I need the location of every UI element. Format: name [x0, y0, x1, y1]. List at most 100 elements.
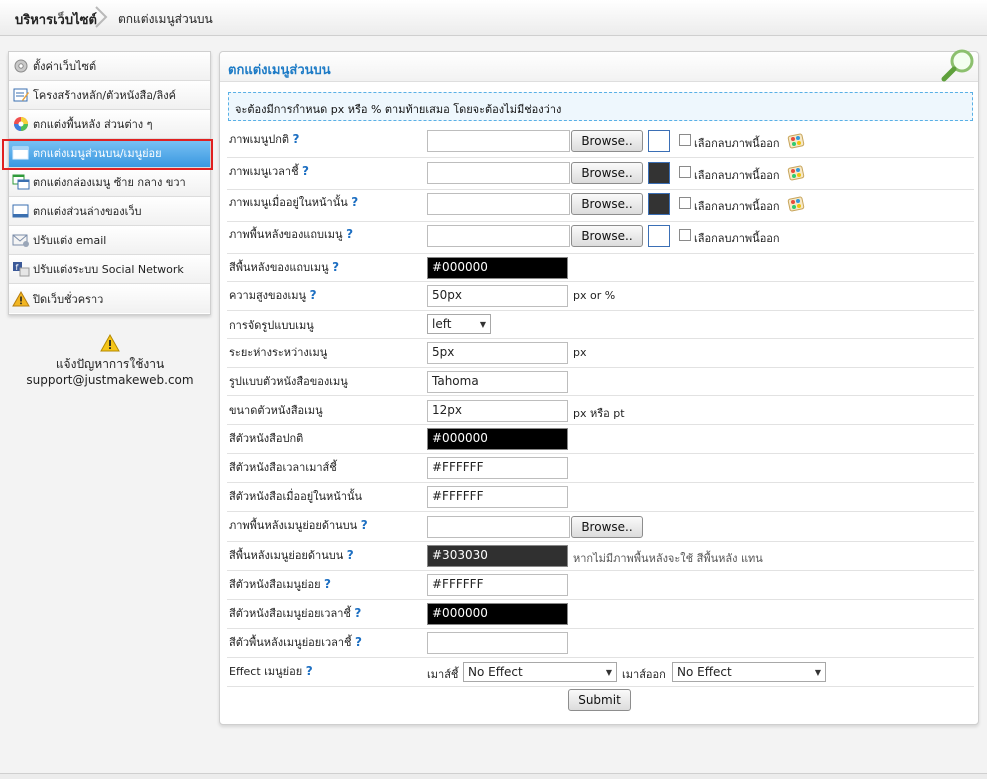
unit-label: px หรือ pt: [573, 407, 625, 420]
row-menu-image-current: ภาพเมนูเมื่ออยู่ในหน้านั้น ? Browse.. เล…: [227, 190, 974, 222]
sidebar-item-menu-boxes[interactable]: ตกแต่งกล่องเมนู ซ้าย กลาง ขวา: [9, 168, 210, 197]
help-icon[interactable]: ?: [306, 664, 313, 678]
submenu-bg-color-input[interactable]: #303030: [427, 545, 568, 567]
menu-text-color-input[interactable]: #000000: [427, 428, 568, 450]
sidebar-item-social-network[interactable]: f ปรับแต่งระบบ Social Network: [9, 255, 210, 284]
row-menu-align: การจัดรูปแบบเมนู left ▼: [227, 311, 974, 339]
sidebar: ตั้งค่าเว็บไซต์ โครงสร้างหลัก/ตัวหนังสือ…: [8, 51, 211, 315]
color-palette-icon[interactable]: [787, 195, 805, 213]
select-value: No Effect: [468, 665, 523, 679]
gear-icon: [14, 59, 28, 73]
field-label: ความสูงของเมนู: [229, 289, 307, 302]
image-preview: [648, 130, 670, 152]
help-icon[interactable]: ?: [310, 288, 317, 302]
sidebar-item-top-menu[interactable]: ตกแต่งเมนูส่วนบน/เมนูย่อย: [9, 139, 210, 168]
menu-text-hover-color-input[interactable]: #FFFFFF: [427, 457, 568, 479]
menu-font-input[interactable]: Tahoma: [427, 371, 568, 393]
page-title: ตกแต่งเมนูส่วนบน: [228, 63, 331, 78]
submenu-bg-hover-color-input[interactable]: [427, 632, 568, 654]
windows-icon: [12, 174, 30, 190]
row-menu-text-current-color: สีตัวหนังสือเมื่ออยู่ในหน้านั้น #FFFFFF: [227, 483, 974, 512]
menu-image-hover-file-field[interactable]: [427, 162, 570, 184]
browse-button[interactable]: Browse..: [571, 193, 643, 215]
remove-image-checkbox[interactable]: [679, 229, 691, 241]
effect-in-label: เมาส์ชี้: [427, 668, 459, 681]
field-label: การจัดรูปแบบเมนู: [229, 319, 314, 332]
menu-align-select[interactable]: left ▼: [427, 314, 491, 334]
help-icon[interactable]: ?: [354, 606, 361, 620]
breadcrumb-home[interactable]: บริหารเว็บไซต์: [15, 9, 97, 30]
menu-spacing-input[interactable]: 5px: [427, 342, 568, 364]
sidebar-item-backgrounds[interactable]: ตกแต่งพื้นหลัง ส่วนต่าง ๆ: [9, 110, 210, 139]
submenu-text-color-input[interactable]: #FFFFFF: [427, 574, 568, 596]
sidebar-item-footer[interactable]: ตกแต่งส่วนล่างของเว็บ: [9, 197, 210, 226]
sidebar-item-email[interactable]: ปรับแต่ง email: [9, 226, 210, 255]
row-submenu-bg-color: สีพื้นหลังเมนูย่อยด้านบน ? #303030 หากไม…: [227, 542, 974, 571]
support-text: แจ้งปัญหาการใช้งาน: [55, 357, 165, 371]
menu-text-current-color-input[interactable]: #FFFFFF: [427, 486, 568, 508]
panel-header: ตกแต่งเมนูส่วนบน: [220, 49, 978, 82]
browse-button[interactable]: Browse..: [571, 516, 643, 538]
remove-image-label: เลือกลบภาพนี้ออก: [694, 200, 780, 213]
row-menu-height: ความสูงของเมนู ? 50px px or %: [227, 282, 974, 311]
warning-icon: [12, 290, 30, 306]
select-value: No Effect: [677, 665, 732, 679]
help-icon[interactable]: ?: [347, 548, 354, 562]
row-menu-text-hover-color: สีตัวหนังสือเวลาเมาส์ชี้ #FFFFFF: [227, 454, 974, 483]
effect-out-select[interactable]: No Effect ▼: [672, 662, 826, 682]
main-panel: ตกแต่งเมนูส่วนบน จะต้องมีการกำหนด px หรื…: [219, 49, 979, 725]
chevron-down-icon: ▼: [479, 319, 486, 329]
edit-icon: [13, 88, 29, 102]
field-label: สีพื้นหลังของแถบเมนู: [229, 261, 329, 274]
menu-bar-bg-file-field[interactable]: [427, 225, 570, 247]
menu-font-size-input[interactable]: 12px: [427, 400, 568, 422]
remove-image-checkbox[interactable]: [679, 166, 691, 178]
field-label: สีตัวหนังสือเวลาเมาส์ชี้: [229, 461, 337, 474]
sidebar-item-label: ปรับแต่ง email: [33, 234, 107, 247]
field-label: สีตัวหนังสือปกติ: [229, 432, 304, 445]
browse-button[interactable]: Browse..: [571, 130, 643, 152]
help-icon[interactable]: ?: [351, 195, 358, 209]
row-submenu-text-hover-color: สีตัวหนังสือเมนูย่อยเวลาชี้ ? #000000: [227, 600, 974, 629]
menu-bar-bg-color-input[interactable]: #000000: [427, 257, 568, 279]
social-network-icon: f: [13, 262, 30, 277]
menu-image-normal-file-field[interactable]: [427, 130, 570, 152]
help-icon[interactable]: ?: [302, 164, 309, 178]
help-icon[interactable]: ?: [346, 227, 353, 241]
color-palette-icon[interactable]: [787, 132, 805, 150]
remove-image-checkbox[interactable]: [679, 197, 691, 209]
row-menu-bar-bg-image: ภาพพื้นหลังของแถบเมนู ? Browse.. เลือกลบ…: [227, 222, 974, 254]
remove-image-checkbox[interactable]: [679, 134, 691, 146]
sidebar-item-close-site[interactable]: ปิดเว็บชั่วคราว: [9, 284, 210, 313]
effect-in-select[interactable]: No Effect ▼: [463, 662, 617, 682]
row-menu-image-hover: ภาพเมนูเวลาชี้ ? Browse.. เลือกลบภาพนี้อ…: [227, 158, 974, 190]
row-submenu-bg-image: ภาพพื้นหลังเมนูย่อยด้านบน ? Browse..: [227, 512, 974, 542]
support-email[interactable]: support@justmakeweb.com: [10, 372, 210, 388]
field-label: สีพื้นหลังเมนูย่อยด้านบน: [229, 549, 344, 562]
footer-window-icon: [12, 204, 29, 218]
help-icon[interactable]: ?: [332, 260, 339, 274]
help-icon[interactable]: ?: [361, 518, 368, 532]
sidebar-item-structure[interactable]: โครงสร้างหลัก/ตัวหนังสือ/ลิงค์: [9, 81, 210, 110]
field-label: ภาพเมนูเมื่ออยู่ในหน้านั้น: [229, 196, 348, 209]
menu-height-input[interactable]: 50px: [427, 285, 568, 307]
submenu-text-hover-color-input[interactable]: #000000: [427, 603, 568, 625]
sidebar-item-label: ตกแต่งกล่องเมนู ซ้าย กลาง ขวา: [33, 176, 186, 189]
sidebar-item-label: ตั้งค่าเว็บไซต์: [33, 60, 97, 73]
browse-button[interactable]: Browse..: [571, 225, 643, 247]
help-icon[interactable]: ?: [355, 635, 362, 649]
page-footer-line: [0, 773, 987, 779]
field-label: ภาพเมนูปกติ: [229, 133, 289, 146]
menu-image-current-file-field[interactable]: [427, 193, 570, 215]
submenu-bg-file-field[interactable]: [427, 516, 570, 538]
sidebar-item-site-settings[interactable]: ตั้งค่าเว็บไซต์: [9, 52, 210, 81]
browse-button[interactable]: Browse..: [571, 162, 643, 184]
help-icon[interactable]: ?: [293, 132, 300, 146]
submit-button[interactable]: Submit: [568, 689, 631, 711]
field-label: Effect เมนูย่อย: [229, 665, 303, 678]
help-icon[interactable]: ?: [324, 577, 331, 591]
image-preview: [648, 193, 670, 215]
field-label: สีตัวหนังสือเมื่ออยู่ในหน้านั้น: [229, 490, 363, 503]
note-text: หากไม่มีภาพพื้นหลังจะใช้ สีพื้นหลัง แทน: [573, 552, 763, 565]
color-palette-icon[interactable]: [787, 164, 805, 182]
